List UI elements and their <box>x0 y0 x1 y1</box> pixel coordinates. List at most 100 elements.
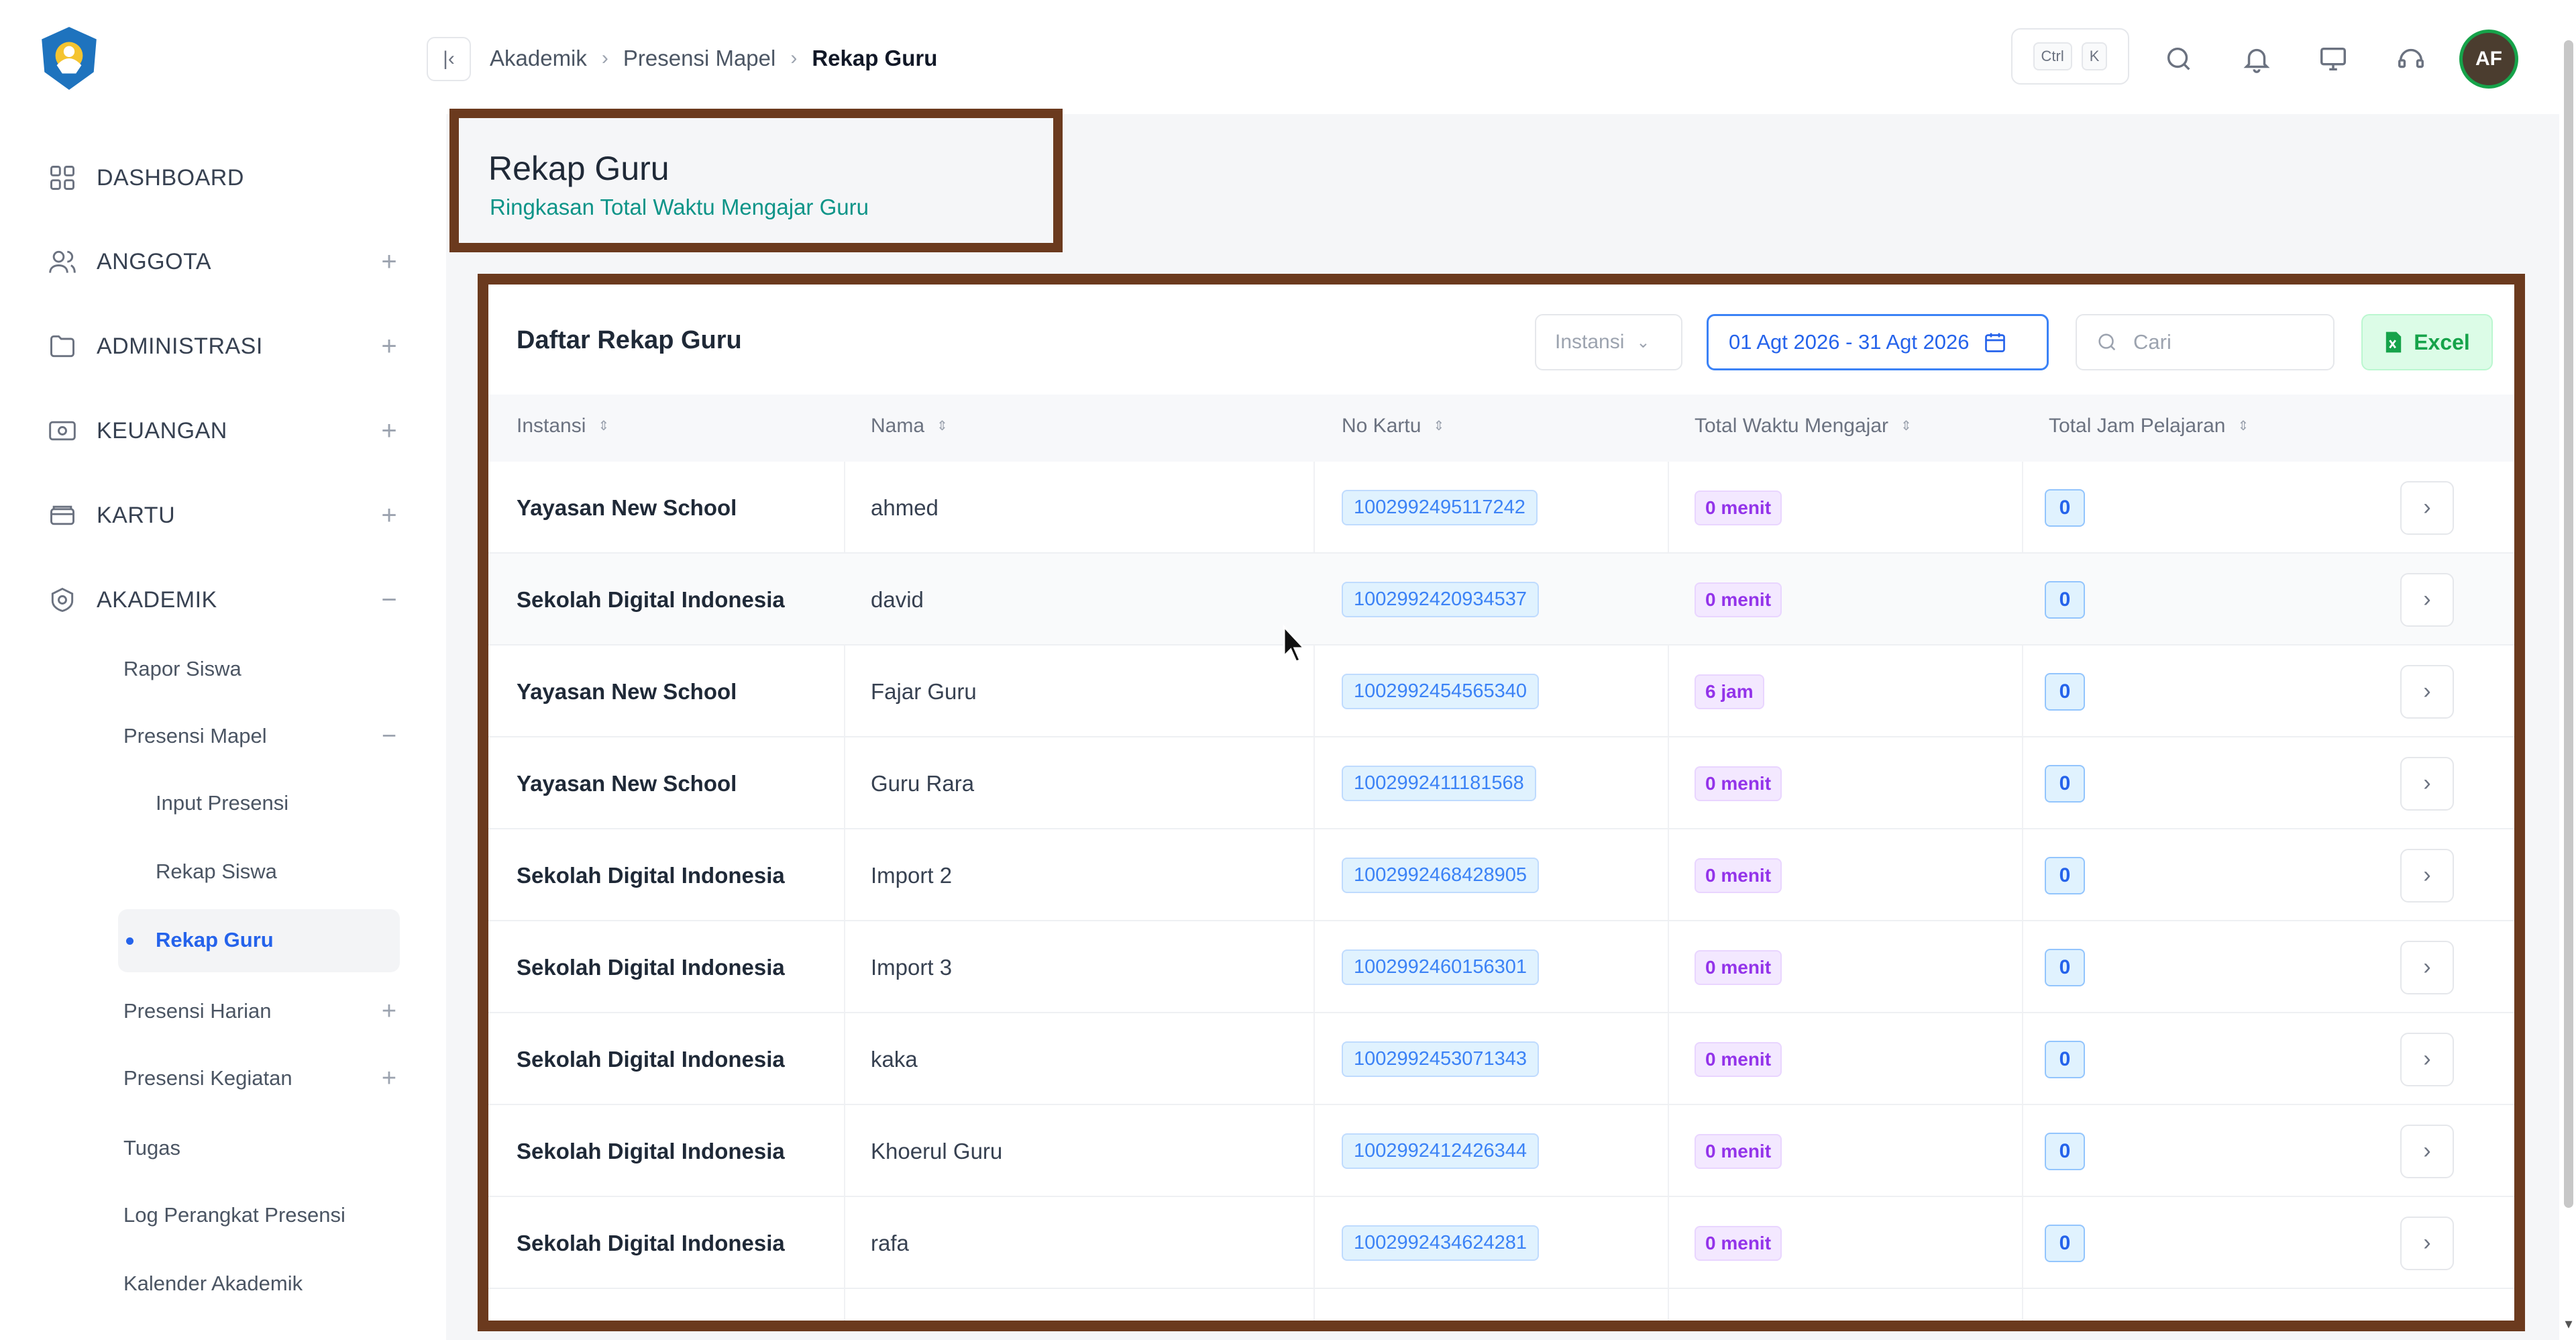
expand-icon[interactable]: + <box>376 416 402 446</box>
scroll-down-icon[interactable]: ▾ <box>2561 1315 2576 1335</box>
sidebar-item-presensi-kegiatan[interactable]: Presensi Kegiatan + <box>123 1059 402 1098</box>
sort-icon: ⇕ <box>1433 419 1445 433</box>
table-row[interactable]: Sekolah Digital Indonesia Khoerul Guru 1… <box>488 1105 2514 1197</box>
date-range-picker[interactable]: 01 Agt 2026 - 31 Agt 2026 <box>1707 314 2049 370</box>
lesson-hours-badge: 0 <box>2045 764 2085 803</box>
excel-file-icon <box>2385 331 2402 353</box>
sidebar-item-anggota[interactable]: ANGGOTA + <box>47 242 402 282</box>
card-number-badge: 1002992434624281 <box>1342 1225 1540 1261</box>
row-detail-button[interactable]: › <box>2400 1032 2454 1086</box>
row-detail-button[interactable]: › <box>2400 756 2454 811</box>
avatar[interactable]: AF <box>2459 30 2518 89</box>
cell-instansi: Yayasan New School <box>517 678 737 704</box>
lesson-hours-badge: 0 <box>2045 1132 2085 1170</box>
table-row[interactable]: Sekolah Digital Indonesia rafa 100299243… <box>488 1197 2514 1289</box>
column-header-total-waktu[interactable]: Total Waktu Mengajar ⇕ <box>1695 415 1912 437</box>
sort-icon: ⇕ <box>2237 419 2249 433</box>
chevron-right-icon: › <box>2423 1046 2431 1072</box>
search-icon[interactable] <box>2160 40 2198 78</box>
column-header-no-kartu[interactable]: No Kartu ⇕ <box>1342 415 1444 437</box>
collapse-sidebar-button[interactable]: |‹ <box>427 37 471 81</box>
row-detail-button[interactable]: › <box>2400 1216 2454 1270</box>
table-row[interactable]: Yayasan New School Guru Rara 10029924111… <box>488 737 2514 829</box>
date-range-value: 01 Agt 2026 - 31 Agt 2026 <box>1729 330 1970 354</box>
sidebar-item-tugas[interactable]: Tugas <box>123 1129 402 1168</box>
table-row[interactable]: Sekolah Digital Indonesia Import 3 10029… <box>488 921 2514 1013</box>
sidebar-item-keuangan[interactable]: KEUANGAN + <box>47 411 402 451</box>
cell-instansi: Sekolah Digital Indonesia <box>517 1230 785 1255</box>
chevron-right-icon: › <box>2423 862 2431 888</box>
sidebar-item-presensi-harian[interactable]: Presensi Harian + <box>123 992 402 1031</box>
collapse-icon[interactable]: − <box>376 585 402 615</box>
cell-nama: Import 2 <box>871 862 953 888</box>
sidebar-item-administrasi[interactable]: ADMINISTRASI + <box>47 326 402 366</box>
sidebar-item-kalender[interactable]: Kalender Akademik <box>123 1264 402 1303</box>
sidebar-item-label: DASHBOARD <box>97 164 244 191</box>
expand-icon[interactable]: + <box>376 331 402 362</box>
cell-nama: rafa <box>871 1230 909 1255</box>
sidebar-item-log-perangkat[interactable]: Log Perangkat Presensi <box>123 1196 402 1235</box>
column-header-label: Nama <box>871 415 925 437</box>
cell-nama: Guru Rara <box>871 770 975 796</box>
row-detail-button[interactable]: › <box>2400 940 2454 994</box>
table-row[interactable]: Sekolah Digital Indonesia david 10029924… <box>488 554 2514 646</box>
sidebar-item-rapor-siswa[interactable]: Rapor Siswa <box>123 650 402 688</box>
breadcrumb-current: Rekap Guru <box>812 46 938 70</box>
column-header-nama[interactable]: Nama ⇕ <box>871 415 948 437</box>
card-title: Daftar Rekap Guru <box>517 326 742 354</box>
monitor-icon[interactable] <box>2314 40 2352 78</box>
chevron-right-icon: › <box>2423 586 2431 612</box>
sidebar-item-rekap-guru[interactable]: Rekap Guru <box>156 921 390 960</box>
cell-nama: kaka <box>871 1046 918 1072</box>
row-detail-button[interactable]: › <box>2400 848 2454 903</box>
sort-icon: ⇕ <box>598 419 610 433</box>
export-excel-button[interactable]: Excel <box>2361 314 2493 370</box>
sidebar-item-akademik[interactable]: AKADEMIK − <box>47 580 402 620</box>
sidebar-item-presensi-mapel[interactable]: Presensi Mapel − <box>123 717 402 756</box>
card-number-badge: 1002992454565340 <box>1342 674 1540 709</box>
chevron-right-icon: › <box>2423 1230 2431 1255</box>
collapse-icon[interactable]: − <box>376 722 402 751</box>
page-subtitle: Ringkasan Total Waktu Mengajar Guru <box>490 195 869 219</box>
card-number-badge: 1002992468428905 <box>1342 858 1540 893</box>
breadcrumb-presensi-mapel[interactable]: Presensi Mapel <box>623 46 775 71</box>
sidebar-item-rekap-siswa[interactable]: Rekap Siswa <box>156 852 402 891</box>
command-palette-shortcut[interactable]: Ctrl K <box>2011 28 2129 85</box>
sidebar-item-kartu[interactable]: KARTU + <box>47 495 402 535</box>
chevron-right-icon: › <box>2423 495 2431 520</box>
sidebar-item-label: KARTU <box>97 502 176 528</box>
export-excel-label: Excel <box>2414 329 2470 354</box>
sidebar-item-label: Rekap Guru <box>156 928 274 951</box>
tut-wuri-handayani-logo[interactable] <box>35 24 103 93</box>
chevron-right-icon: › <box>2423 770 2431 796</box>
column-header-instansi[interactable]: Instansi ⇕ <box>517 415 609 437</box>
sidebar-item-label: AKADEMIK <box>97 586 217 613</box>
expand-icon[interactable]: + <box>376 997 402 1026</box>
table-row[interactable]: Sekolah Digital Indonesia Import 2 10029… <box>488 829 2514 921</box>
bell-icon[interactable] <box>2238 40 2275 78</box>
money-icon <box>47 415 78 446</box>
sidebar-item-dashboard[interactable]: DASHBOARD <box>47 158 402 198</box>
expand-icon[interactable]: + <box>376 501 402 531</box>
column-header-label: Total Waktu Mengajar <box>1695 415 1889 437</box>
page-title: Rekap Guru <box>488 150 669 187</box>
scrollbar-thumb[interactable] <box>2564 40 2573 1208</box>
row-detail-button[interactable]: › <box>2400 572 2454 627</box>
column-header-total-jam[interactable]: Total Jam Pelajaran ⇕ <box>2049 415 2249 437</box>
search-input[interactable]: Cari <box>2076 314 2334 370</box>
table-row[interactable]: Sekolah Digital Indonesia kaka 100299245… <box>488 1013 2514 1105</box>
column-header-label: No Kartu <box>1342 415 1421 437</box>
expand-icon[interactable]: + <box>376 247 402 277</box>
sidebar-item-input-presensi[interactable]: Input Presensi <box>156 784 402 823</box>
row-detail-button[interactable]: › <box>2400 664 2454 719</box>
expand-icon[interactable]: + <box>376 1064 402 1093</box>
breadcrumb-akademik[interactable]: Akademik <box>490 46 587 71</box>
row-detail-button[interactable]: › <box>2400 1124 2454 1178</box>
table-row[interactable]: Yayasan New School ahmed 100299249511724… <box>488 462 2514 554</box>
row-detail-button[interactable]: › <box>2400 480 2454 535</box>
teaching-time-badge: 6 jam <box>1695 674 1764 709</box>
lesson-hours-badge: 0 <box>2045 948 2085 986</box>
support-icon[interactable] <box>2392 40 2430 78</box>
table-row[interactable]: Yayasan New School Fajar Guru 1002992454… <box>488 646 2514 737</box>
instansi-select[interactable]: Instansi ⌄ <box>1535 314 1682 370</box>
